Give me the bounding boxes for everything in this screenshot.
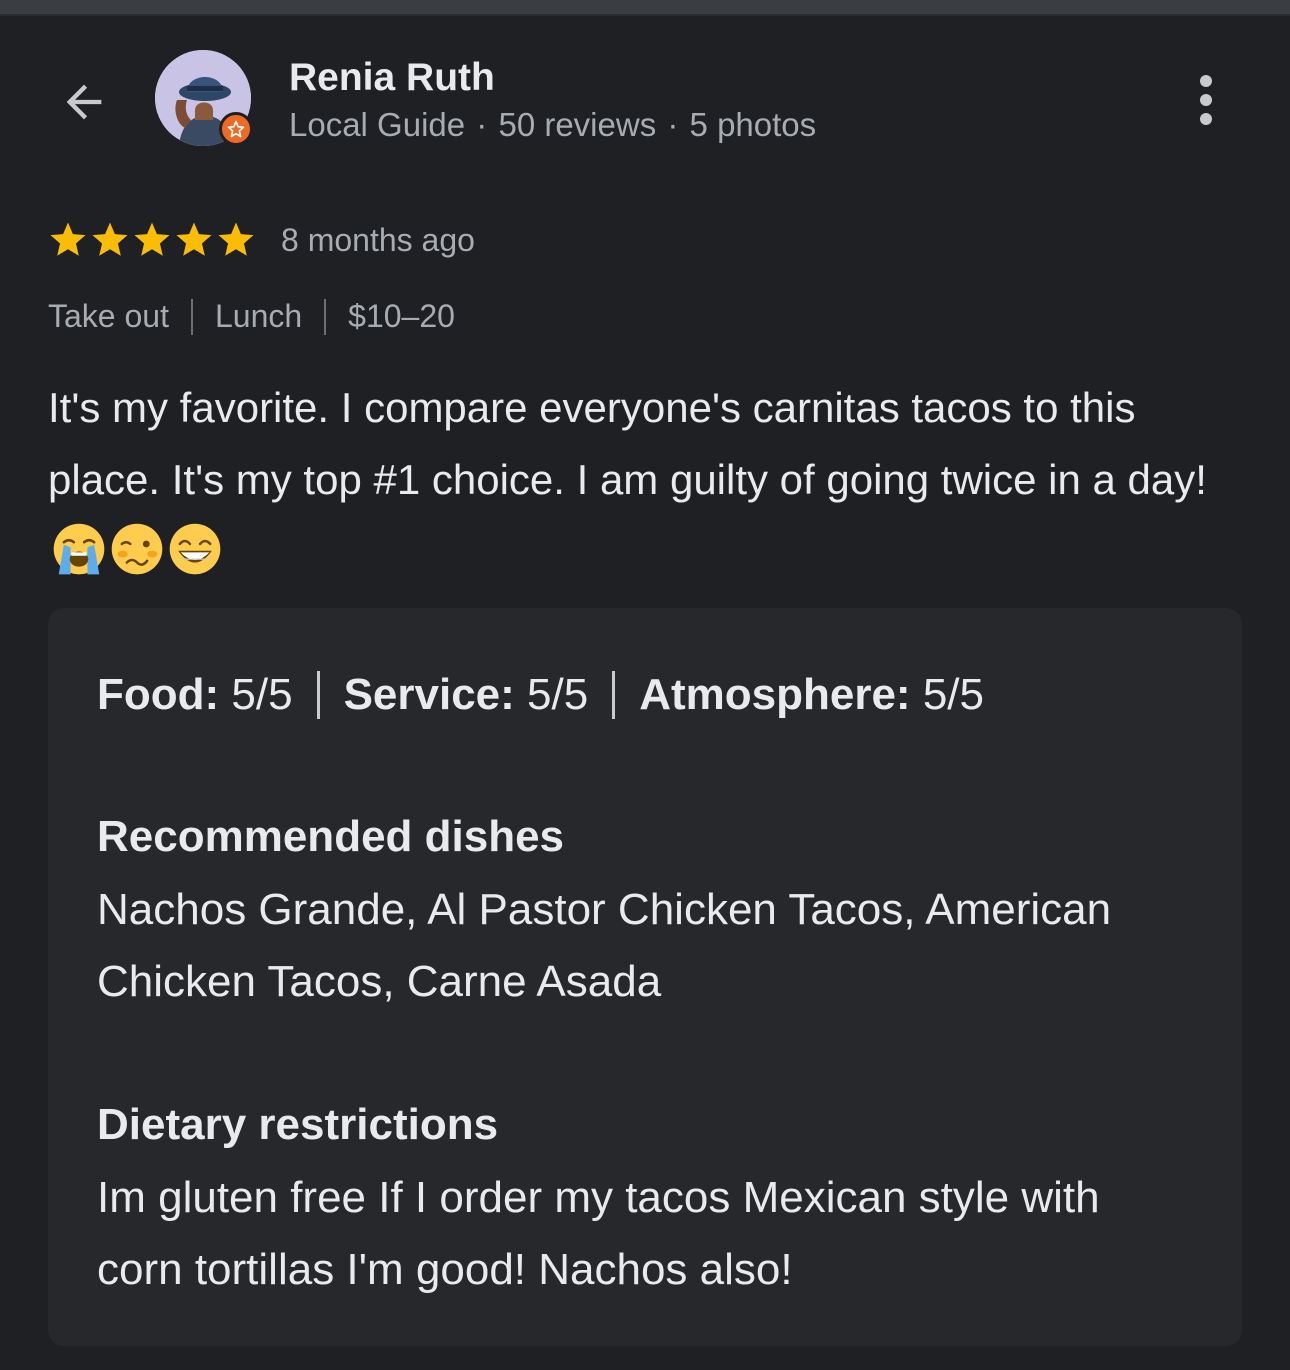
meta-separator: · <box>667 106 679 143</box>
food-label: Food: <box>97 670 220 719</box>
review-body: It's my favorite. I compare everyone's c… <box>48 384 1207 503</box>
visit-tag: $10–20 <box>348 298 455 334</box>
reviews-count: 50 reviews <box>498 106 657 143</box>
meta-separator: · <box>476 106 488 143</box>
score-divider <box>316 671 320 719</box>
star-rating <box>47 219 257 261</box>
star-filled-icon <box>50 222 86 256</box>
service-score: 5/5 <box>527 670 589 719</box>
star-filled-icon <box>176 222 212 256</box>
star-filled-icon <box>134 222 170 256</box>
more-options-button[interactable] <box>1176 68 1236 132</box>
score-divider <box>612 671 616 719</box>
tag-divider <box>190 298 193 335</box>
local-guide-badge-icon <box>219 112 253 146</box>
arrow-left-icon <box>66 84 102 120</box>
recommended-dishes-text: Nachos Grande, Al Pastor Chicken Tacos, … <box>97 885 1112 1006</box>
visit-tags: Take out Lunch $10–20 <box>48 298 455 335</box>
atmosphere-score: 5/5 <box>922 670 984 719</box>
photos-count: 5 photos <box>689 106 817 143</box>
tag-divider <box>324 298 327 335</box>
reviewer-meta: Local Guide · 50 reviews · 5 photos <box>289 106 816 144</box>
grinning-face-icon <box>169 523 221 575</box>
loudly-crying-face-icon <box>53 523 105 575</box>
review-emojis <box>48 523 222 575</box>
review-header: Renia Ruth Local Guide · 50 reviews · 5 … <box>0 40 1290 160</box>
more-vert-icon <box>1200 75 1212 125</box>
dietary-restrictions-text: Im gluten free If I order my tacos Mexic… <box>97 1173 1100 1294</box>
rating-row: 8 months ago <box>47 218 475 262</box>
woozy-face-icon <box>111 523 163 575</box>
local-guide-label: Local Guide <box>289 106 466 143</box>
dietary-restrictions-title: Dietary restrictions <box>97 1100 499 1149</box>
service-label: Service: <box>343 670 515 719</box>
star-filled-icon <box>218 222 254 256</box>
back-button[interactable] <box>52 70 116 134</box>
reviewer-name[interactable]: Renia Ruth <box>289 56 495 100</box>
food-score: 5/5 <box>231 670 293 719</box>
visit-tag: Take out <box>48 298 169 334</box>
scores-row: Food: 5/5 Service: 5/5 Atmosphere: 5/5 <box>97 670 984 720</box>
visit-tag: Lunch <box>214 298 303 334</box>
recommended-dishes-title: Recommended dishes <box>97 812 565 861</box>
top-strip <box>0 0 1290 16</box>
avatar[interactable] <box>155 50 253 146</box>
review-time: 8 months ago <box>281 221 475 258</box>
review-text: It's my favorite. I compare everyone's c… <box>48 372 1248 588</box>
review-attributes-card: Food: 5/5 Service: 5/5 Atmosphere: 5/5 R… <box>48 608 1242 1346</box>
star-filled-icon <box>92 222 128 256</box>
atmosphere-label: Atmosphere: <box>639 670 911 719</box>
